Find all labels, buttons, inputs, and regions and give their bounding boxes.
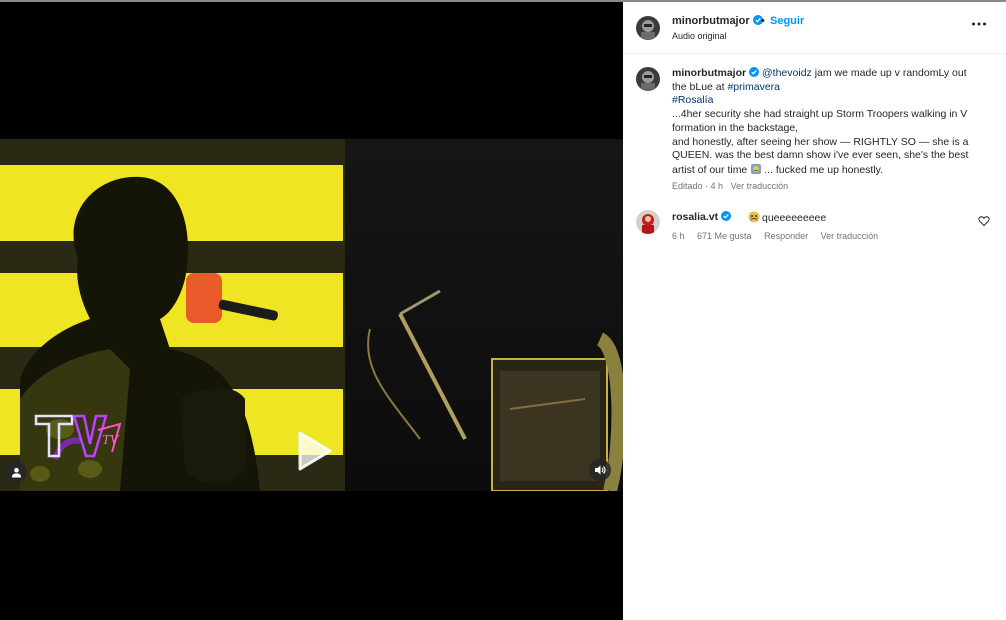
header-username[interactable]: minorbutmajor xyxy=(672,15,763,27)
video-player[interactable]: TV xyxy=(0,2,623,620)
caption-text-4: ... fucked me up honestly. xyxy=(764,163,884,176)
comment-translate-link[interactable]: Ver traducción xyxy=(821,231,879,241)
comment-username-text: rosalia.vt xyxy=(672,211,719,223)
hashtag-primavera[interactable]: #primavera xyxy=(727,81,780,93)
comment-body: queeeeeeeee xyxy=(762,212,827,224)
audio-original-link[interactable]: Audio original xyxy=(672,31,727,41)
caption-translate-link[interactable]: Ver traducción xyxy=(731,181,789,191)
more-options-icon[interactable] xyxy=(970,15,988,33)
tv-channel-logo: TV xyxy=(34,414,122,458)
verified-badge-icon xyxy=(721,211,732,221)
caption-edited-time: Editado · 4 h xyxy=(672,181,724,191)
stage-equipment xyxy=(367,289,623,491)
avatar-image xyxy=(636,210,660,234)
comment-username[interactable]: rosalia.vt xyxy=(672,211,732,223)
caption-mention[interactable]: @thevoidz xyxy=(762,67,812,79)
comment-time: 6 h xyxy=(672,231,685,241)
caption-text-2: ...4her security she had straight up Sto… xyxy=(672,108,968,134)
verified-badge-icon xyxy=(749,67,760,77)
emoji-icon xyxy=(748,211,760,223)
comment-reply-button[interactable]: Responder xyxy=(764,231,808,241)
avatar[interactable] xyxy=(636,210,660,234)
audio-icon xyxy=(595,465,606,475)
user-tag-button[interactable] xyxy=(5,461,27,483)
hashtag-rosalia[interactable]: #Rosalía xyxy=(672,94,713,106)
comment-meta: 6 h 671 Me gusta Responder Ver traducció… xyxy=(672,231,888,241)
comment-likes[interactable]: 671 Me gusta xyxy=(697,231,752,241)
audio-toggle-button[interactable] xyxy=(589,459,611,481)
instagram-post-window: TV minorbutmajor • Seguir Audio original… xyxy=(0,0,1006,620)
caption-username[interactable]: minorbutmajor xyxy=(672,67,746,79)
tv-logo-text: TV xyxy=(102,433,120,448)
play-icon[interactable] xyxy=(286,425,338,477)
post-side-panel: minorbutmajor • Seguir Audio original mi… xyxy=(623,2,1006,620)
comment-text: queeeeeeeee xyxy=(748,211,826,224)
avatar[interactable] xyxy=(636,16,660,40)
avatar-image xyxy=(636,67,660,91)
emoji-icon xyxy=(751,163,762,174)
follow-button[interactable]: Seguir xyxy=(770,15,804,27)
header-separator: • xyxy=(761,15,765,27)
avatar[interactable] xyxy=(636,67,660,91)
caption-meta: Editado · 4 h Ver traducción xyxy=(672,181,788,191)
user-tag-icon xyxy=(11,467,21,478)
post-caption: minorbutmajor @thevoidz jam we made up v… xyxy=(672,67,982,178)
header-username-text: minorbutmajor xyxy=(672,15,750,27)
avatar-image xyxy=(636,16,660,40)
post-header: minorbutmajor • Seguir Audio original xyxy=(623,2,1006,54)
heart-icon[interactable] xyxy=(978,215,990,227)
